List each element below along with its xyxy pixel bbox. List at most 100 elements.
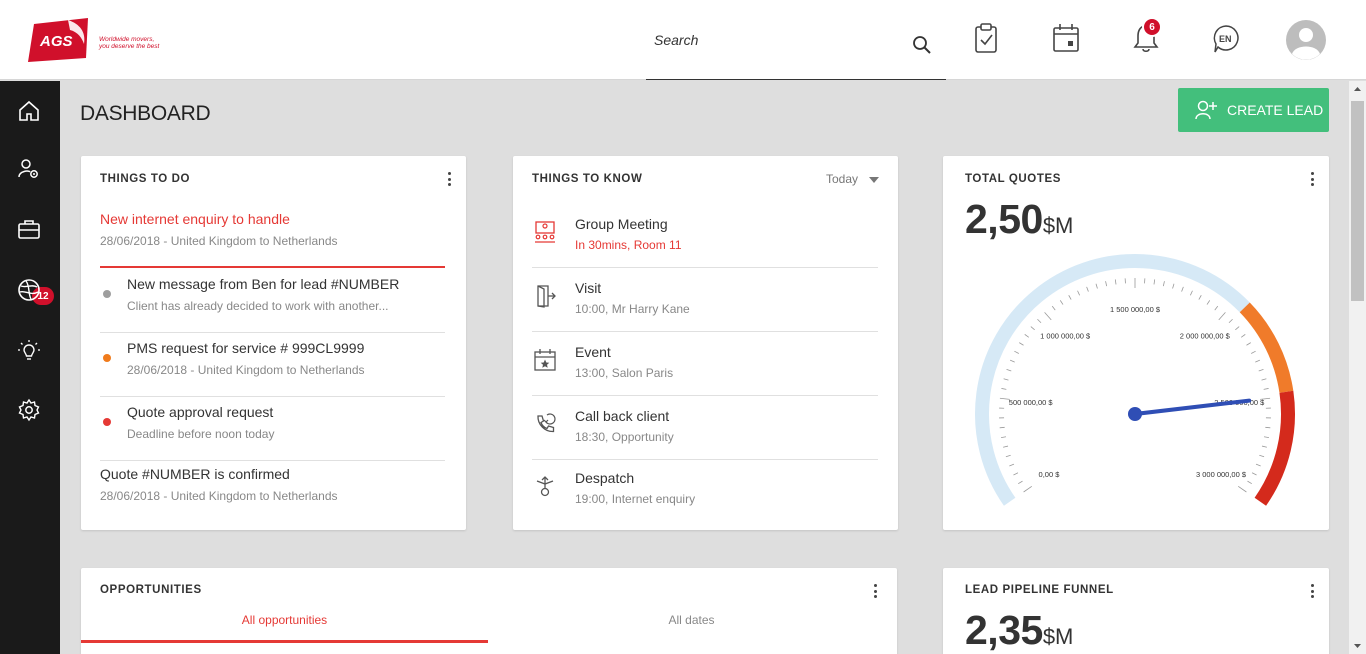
more-options-icon[interactable] bbox=[447, 172, 451, 186]
gauge-tick bbox=[1006, 368, 1012, 372]
more-options-icon[interactable] bbox=[873, 584, 877, 598]
gauge-needle bbox=[1133, 398, 1252, 416]
gauge-tick bbox=[1086, 286, 1089, 292]
create-lead-label: CREATE LEAD bbox=[1227, 102, 1324, 118]
gauge-tick bbox=[1261, 378, 1267, 381]
event-subtitle: 18:30, Opportunity bbox=[575, 430, 674, 444]
event-item[interactable]: Event 13:00, Salon Paris bbox=[532, 332, 878, 396]
todo-subtitle: Client has already decided to work with … bbox=[127, 299, 389, 313]
gauge-tick bbox=[1172, 283, 1175, 289]
event-title: Call back client bbox=[575, 408, 670, 424]
gauge-tick bbox=[1263, 436, 1270, 439]
todo-item[interactable]: New message from Ben for lead #NUMBER Cl… bbox=[100, 269, 445, 333]
door-exit-icon bbox=[534, 284, 556, 308]
gauge-tick bbox=[1009, 359, 1015, 363]
search-icon[interactable] bbox=[912, 35, 932, 60]
sidebar: 12 bbox=[0, 81, 60, 654]
todo-subtitle: Deadline before noon today bbox=[127, 427, 275, 441]
event-item[interactable]: Visit 10:00, Mr Harry Kane bbox=[532, 268, 878, 332]
todo-item[interactable]: PMS request for service # 999CL9999 28/0… bbox=[100, 333, 445, 397]
briefcase-icon[interactable] bbox=[16, 216, 42, 242]
avatar[interactable] bbox=[1286, 20, 1326, 65]
gauge-tick bbox=[1240, 334, 1246, 338]
ags-logo[interactable]: AGS Worldwide movers, you deserve the be… bbox=[28, 18, 168, 62]
gauge-tick bbox=[1228, 318, 1233, 324]
tab-all-opportunities[interactable]: All opportunities bbox=[81, 613, 488, 643]
gauge-tick bbox=[1024, 334, 1030, 338]
gauge-tick bbox=[1190, 290, 1193, 296]
home-icon[interactable] bbox=[16, 98, 42, 124]
gauge-tick bbox=[1095, 283, 1098, 289]
gauge-tick bbox=[1014, 350, 1019, 354]
globe-icon[interactable] bbox=[16, 277, 42, 303]
gauge-tick bbox=[1261, 445, 1267, 448]
opportunities-card: OPPORTUNITIES All opportunities All date… bbox=[81, 568, 897, 654]
todo-subtitle: 28/06/2018 - United Kingdom to Netherlan… bbox=[100, 234, 338, 248]
todo-title: Quote #NUMBER is confirmed bbox=[100, 466, 290, 482]
gauge-tick bbox=[1214, 305, 1219, 311]
language-icon[interactable]: EN bbox=[1212, 24, 1240, 59]
event-title: Despatch bbox=[575, 470, 635, 486]
card-title: LEAD PIPELINE FUNNEL bbox=[965, 584, 1114, 596]
tab-all-dates[interactable]: All dates bbox=[488, 613, 895, 643]
svg-text:Worldwide movers,: Worldwide movers, bbox=[99, 36, 154, 43]
quotes-gauge: 0,00 $ 500 000,00 $ 1 000 000,00 $ 1 500 00… bbox=[975, 254, 1295, 506]
clipboard-check-icon[interactable] bbox=[973, 22, 999, 59]
things-to-do-card: THINGS TO DO New internet enquiry to han… bbox=[81, 156, 466, 530]
gauge-label: 0,00 $ bbox=[1039, 470, 1061, 479]
gauge-tick bbox=[1153, 279, 1156, 285]
phone-callback-icon bbox=[534, 412, 556, 436]
event-item[interactable]: Call back client 18:30, Opportunity bbox=[532, 396, 878, 460]
page-title: DASHBOARD bbox=[80, 102, 211, 125]
user-settings-icon[interactable] bbox=[16, 156, 42, 182]
card-title: OPPORTUNITIES bbox=[100, 584, 202, 596]
caret-down-icon bbox=[869, 177, 880, 183]
scrollbar-thumb[interactable] bbox=[1351, 101, 1364, 301]
svg-text:you deserve the best: you deserve the best bbox=[98, 43, 161, 50]
todo-item[interactable]: Quote approval request Deadline before n… bbox=[100, 397, 445, 461]
event-subtitle: 13:00, Salon Paris bbox=[575, 366, 674, 380]
calendar-icon[interactable] bbox=[1052, 22, 1080, 59]
gauge-tick bbox=[1019, 342, 1024, 346]
gauge-tick bbox=[1218, 312, 1226, 321]
calendar-star-icon bbox=[534, 348, 556, 372]
todo-item[interactable]: Quote #NUMBER is confirmed 28/06/2018 - … bbox=[100, 459, 445, 523]
date-filter-value: Today bbox=[826, 172, 859, 186]
gauge-tick bbox=[1023, 485, 1033, 493]
gauge-tick bbox=[1068, 295, 1072, 300]
gauge-needle-hub bbox=[1128, 407, 1142, 421]
date-filter-dropdown[interactable]: Today bbox=[826, 172, 880, 186]
create-lead-button[interactable]: CREATE LEAD bbox=[1178, 88, 1329, 132]
card-title: THINGS TO KNOW bbox=[532, 173, 643, 185]
gear-icon[interactable] bbox=[16, 397, 42, 423]
search-input[interactable]: Search bbox=[654, 32, 698, 48]
gauge-band-base bbox=[975, 254, 1250, 506]
gauge-tick bbox=[1265, 426, 1271, 429]
todo-item[interactable]: New internet enquiry to handle 28/06/201… bbox=[100, 204, 445, 268]
status-dot bbox=[103, 418, 111, 426]
svg-text:AGS: AGS bbox=[39, 33, 73, 50]
gauge-tick bbox=[1059, 300, 1064, 305]
gauge-tick bbox=[1251, 350, 1256, 354]
more-options-icon[interactable] bbox=[1310, 584, 1314, 598]
scroll-down-arrow[interactable] bbox=[1349, 637, 1366, 654]
gauge-tick bbox=[999, 426, 1005, 429]
todo-title: New internet enquiry to handle bbox=[100, 211, 290, 227]
scrollbar[interactable] bbox=[1349, 81, 1366, 654]
search-box[interactable]: Search bbox=[646, 22, 946, 80]
gauge-tick bbox=[1206, 300, 1211, 305]
gauge-label: 2 000 000,00 $ bbox=[1180, 332, 1231, 341]
event-item[interactable]: Despatch 19:00, Internet enquiry bbox=[532, 458, 878, 522]
scroll-up-arrow[interactable] bbox=[1349, 81, 1366, 98]
group-meeting-icon bbox=[534, 220, 556, 244]
svg-text:EN: EN bbox=[1219, 34, 1232, 44]
despatch-icon bbox=[534, 474, 556, 498]
event-item[interactable]: Group Meeting In 30mins, Room 11 bbox=[532, 204, 878, 268]
gauge-tick bbox=[1013, 472, 1019, 476]
things-to-know-card: THINGS TO KNOW Today Group Meeting In 30… bbox=[513, 156, 898, 530]
todo-title: New message from Ben for lead #NUMBER bbox=[127, 276, 400, 292]
gauge-tick bbox=[1044, 312, 1052, 321]
gauge-tick bbox=[1247, 480, 1252, 485]
lightbulb-icon[interactable] bbox=[16, 338, 42, 364]
gauge-tick bbox=[1181, 286, 1184, 292]
